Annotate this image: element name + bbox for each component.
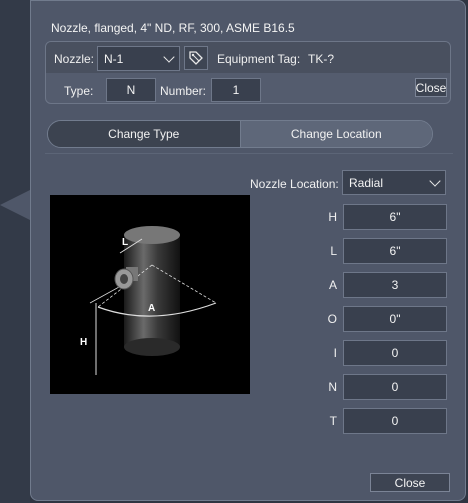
callout-pointer bbox=[0, 190, 30, 220]
vessel-bottom bbox=[124, 338, 180, 356]
tab-change-type[interactable]: Change Type bbox=[48, 121, 241, 147]
param-field-h[interactable]: 6" bbox=[343, 204, 447, 230]
tag-icon bbox=[189, 51, 203, 65]
param-label-h: H bbox=[328, 210, 337, 224]
param-field-l[interactable]: 6" bbox=[343, 238, 447, 264]
number-field[interactable]: 1 bbox=[211, 78, 261, 102]
close-top-button[interactable]: Close bbox=[415, 78, 447, 97]
nozzle-location-select[interactable]: Radial bbox=[342, 170, 446, 195]
nozzle-select[interactable]: N-1 bbox=[97, 46, 180, 71]
radial-nozzle-illustration: A H L bbox=[80, 226, 217, 375]
angle-dim-label: A bbox=[148, 303, 155, 314]
tag-button[interactable] bbox=[184, 46, 208, 70]
type-label: Type: bbox=[64, 84, 94, 98]
vessel-body bbox=[124, 235, 180, 347]
equipment-tag-label: Equipment Tag: bbox=[217, 52, 301, 66]
type-field[interactable]: N bbox=[106, 78, 156, 102]
param-field-o[interactable]: 0" bbox=[343, 306, 447, 332]
param-field-t[interactable]: 0 bbox=[343, 408, 447, 434]
param-label-i: I bbox=[333, 346, 337, 360]
nozzle-select-value: N-1 bbox=[104, 51, 124, 66]
param-field-n[interactable]: 0 bbox=[343, 374, 447, 400]
nozzle-location-label: Nozzle Location: bbox=[250, 177, 339, 191]
nozzle-location-diagram: A H L bbox=[50, 195, 250, 394]
divider bbox=[45, 153, 453, 154]
param-label-t: T bbox=[329, 414, 337, 428]
equipment-tag-value: TK-? bbox=[308, 52, 335, 66]
background-area bbox=[0, 0, 30, 503]
param-label-n: N bbox=[328, 380, 337, 394]
nozzle-properties-panel: Nozzle, flanged, 4" ND, RF, 300, ASME B1… bbox=[30, 0, 466, 501]
length-dim-label: L bbox=[122, 237, 128, 248]
nozzle-label: Nozzle: bbox=[54, 52, 95, 66]
number-label: Number: bbox=[160, 84, 207, 98]
tab-change-location[interactable]: Change Location bbox=[240, 121, 432, 147]
dialog-title: Nozzle, flanged, 4" ND, RF, 300, ASME B1… bbox=[51, 21, 295, 35]
nozzle-location-value: Radial bbox=[349, 175, 384, 190]
param-label-o: O bbox=[327, 312, 337, 326]
param-field-i[interactable]: 0 bbox=[343, 340, 447, 366]
param-label-l: L bbox=[330, 244, 337, 258]
param-label-a: A bbox=[328, 278, 337, 292]
tab-bar: Change Type Change Location bbox=[47, 120, 433, 148]
height-dim-label: H bbox=[80, 337, 87, 348]
param-field-a[interactable]: 3 bbox=[343, 272, 447, 298]
chevron-down-icon bbox=[429, 174, 441, 187]
nozzle-bore bbox=[120, 274, 128, 284]
close-bottom-button[interactable]: Close bbox=[370, 473, 450, 492]
vessel-top bbox=[124, 226, 180, 244]
chevron-down-icon bbox=[163, 50, 175, 63]
